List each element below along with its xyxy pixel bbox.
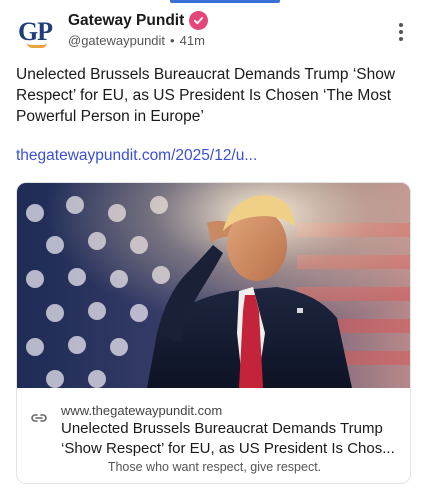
card-meta: www.thegatewaypundit.com Unelected Bruss… <box>17 389 410 483</box>
card-description: Those who want respect, give respect. <box>107 460 322 474</box>
more-vertical-icon[interactable] <box>391 21 411 43</box>
separator-dot: • <box>170 33 175 48</box>
link-preview-card[interactable]: www.thegatewaypundit.com Unelected Bruss… <box>16 182 411 484</box>
post-text: Unelected Brussels Bureaucrat Demands Tr… <box>16 66 396 125</box>
active-tab-indicator <box>170 0 280 3</box>
avatar-swoosh <box>27 43 47 48</box>
verified-badge-icon <box>189 11 209 30</box>
card-image[interactable] <box>17 183 410 388</box>
card-domain: www.thegatewaypundit.com <box>61 403 223 418</box>
author-handle: @gatewaypundit <box>68 33 166 48</box>
avatar-logo-text: GP <box>17 16 53 46</box>
post-header: GP Gateway Pundit @gatewaypundit • 41m <box>16 10 411 58</box>
author-name[interactable]: Gateway Pundit <box>68 12 184 30</box>
author-row: Gateway Pundit <box>68 11 209 30</box>
avatar[interactable]: GP <box>16 14 54 52</box>
link-icon <box>31 414 47 422</box>
post-time: 41m <box>179 33 205 48</box>
handle-row: @gatewaypundit • 41m <box>68 33 205 48</box>
post-link[interactable]: thegatewaypundit.com/2025/12/u... <box>16 147 257 165</box>
card-title[interactable]: Unelected Brussels Bureaucrat Demands Tr… <box>61 419 401 459</box>
